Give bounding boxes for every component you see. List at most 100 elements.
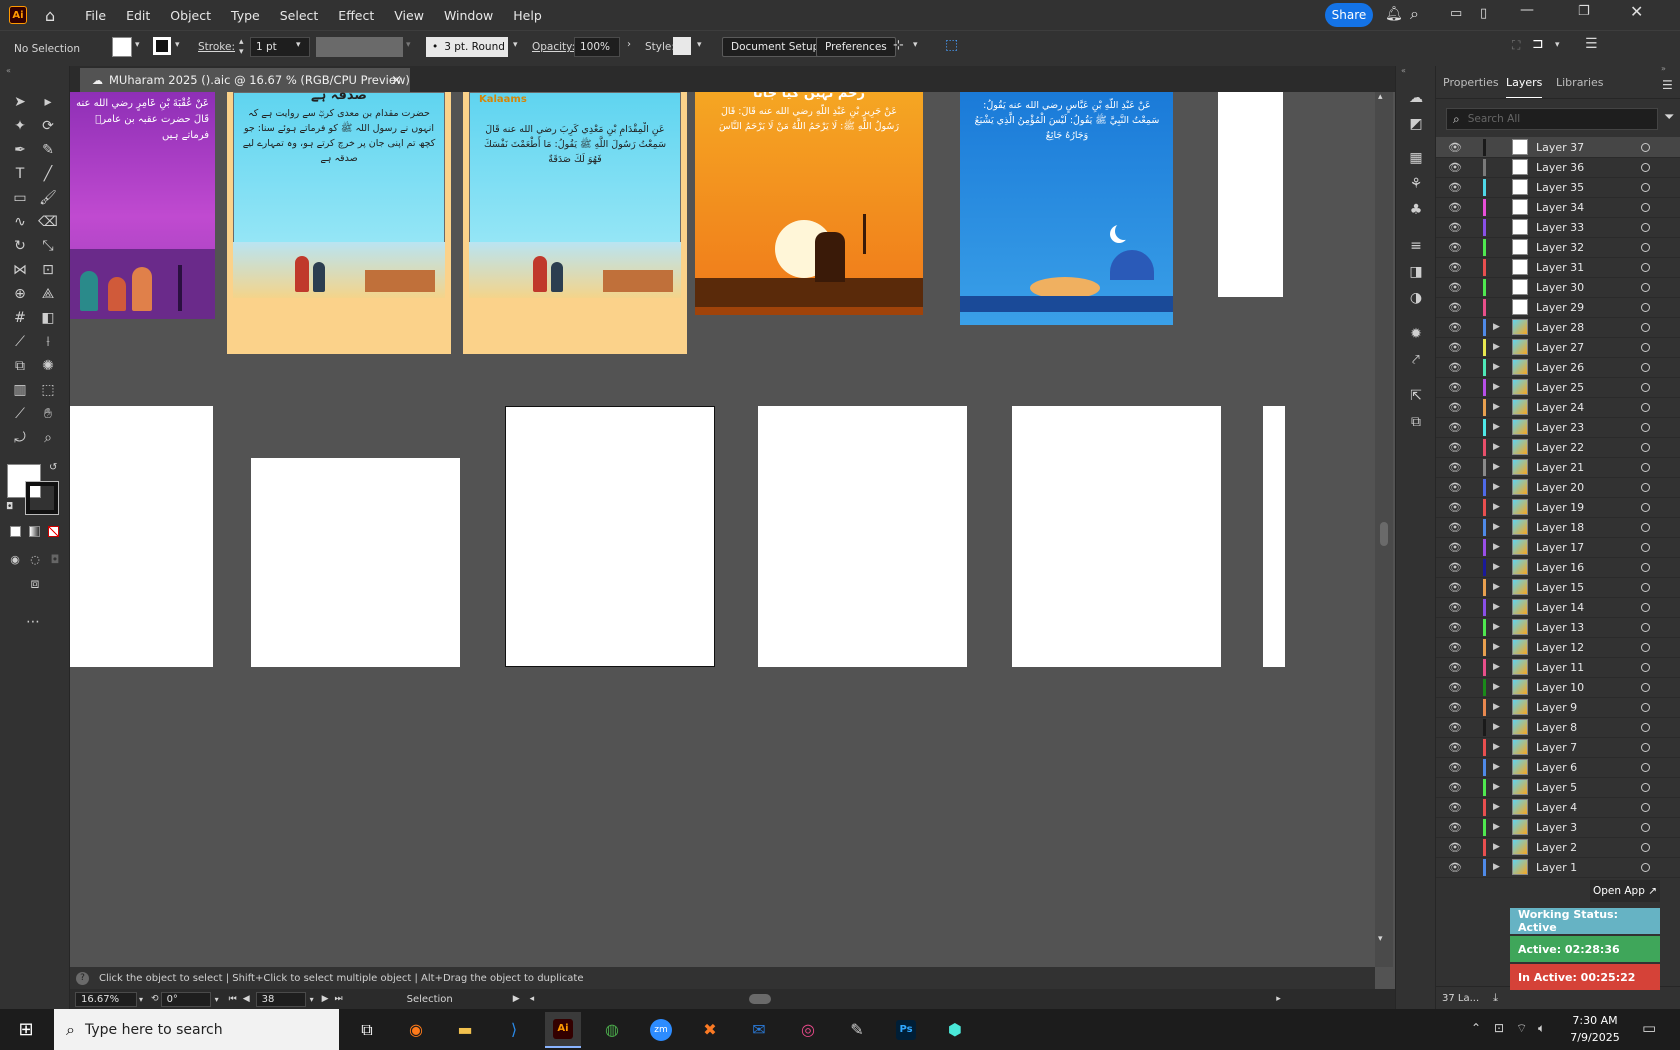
- brushes-icon[interactable]: ⚘: [1405, 174, 1427, 194]
- chevron-down-icon[interactable]: ▾: [296, 40, 301, 50]
- free-transform-icon[interactable]: ⊡: [37, 260, 59, 280]
- expand-arrow-icon[interactable]: ▶: [1493, 442, 1500, 452]
- status-menu-icon[interactable]: ▶: [513, 994, 520, 1004]
- creative-cloud-icon[interactable]: ◎: [790, 1012, 826, 1048]
- target-icon[interactable]: [1641, 582, 1650, 592]
- gradient-tool-icon[interactable]: ◧: [37, 308, 59, 328]
- layer-row[interactable]: 👁︎ ▶ Layer 8: [1436, 717, 1680, 738]
- expand-arrow-icon[interactable]: ▶: [1493, 522, 1500, 532]
- layer-row[interactable]: 👁︎ Layer 30: [1436, 277, 1680, 298]
- expand-arrow-icon[interactable]: ▶: [1493, 462, 1500, 472]
- eye-icon[interactable]: 👁︎: [1448, 321, 1462, 334]
- close-tab-icon[interactable]: ×: [391, 73, 402, 88]
- style-swatch[interactable]: [673, 37, 691, 55]
- layer-name[interactable]: Layer 21: [1536, 461, 1584, 474]
- chevron-down-icon[interactable]: ▾: [513, 40, 518, 50]
- target-icon[interactable]: [1641, 222, 1650, 232]
- eye-icon[interactable]: 👁︎: [1448, 401, 1462, 414]
- stepper-icon[interactable]: ▴ ▾: [239, 37, 244, 57]
- expand-arrow-icon[interactable]: ▶: [1493, 642, 1500, 652]
- expand-arrow-icon[interactable]: ▶: [1493, 702, 1500, 712]
- target-icon[interactable]: [1641, 802, 1650, 812]
- symbols-icon[interactable]: ♣: [1405, 200, 1427, 220]
- eye-icon[interactable]: 👁︎: [1448, 141, 1462, 154]
- perspective-grid-icon[interactable]: ⟁: [37, 284, 59, 304]
- layer-name[interactable]: Layer 18: [1536, 521, 1584, 534]
- target-icon[interactable]: [1641, 162, 1650, 172]
- expand-arrow-icon[interactable]: ▶: [1493, 562, 1500, 572]
- gradient-panel-icon[interactable]: ◨: [1405, 262, 1427, 282]
- illustrator-taskbar-icon[interactable]: Ai: [545, 1011, 581, 1048]
- zoom-tool-icon[interactable]: ⌕: [37, 428, 59, 448]
- artboard-number-field[interactable]: 38: [255, 991, 306, 1007]
- layer-row[interactable]: 👁︎ Layer 34: [1436, 197, 1680, 218]
- graphic-styles-icon[interactable]: ✹: [1405, 324, 1427, 344]
- target-icon[interactable]: [1641, 462, 1650, 472]
- stroke-color[interactable]: [25, 481, 59, 515]
- tab-properties[interactable]: Properties: [1443, 76, 1499, 89]
- fill-swatch[interactable]: [112, 37, 132, 57]
- line-tool-icon[interactable]: ╱: [37, 164, 59, 184]
- chevron-down-icon[interactable]: ▾: [310, 995, 314, 1004]
- eye-icon[interactable]: 👁︎: [1448, 661, 1462, 674]
- layer-row[interactable]: 👁︎ ▶ Layer 17: [1436, 537, 1680, 558]
- layer-row[interactable]: 👁︎ ▶ Layer 21: [1436, 457, 1680, 478]
- layer-row[interactable]: 👁︎ ▶ Layer 9: [1436, 697, 1680, 718]
- layer-name[interactable]: Layer 1: [1536, 861, 1577, 874]
- screen-mode-icon[interactable]: ⧈: [24, 574, 46, 594]
- layer-row[interactable]: 👁︎ ▶ Layer 13: [1436, 617, 1680, 638]
- default-colors-icon[interactable]: ◘: [6, 502, 13, 512]
- target-icon[interactable]: [1641, 862, 1650, 872]
- layer-name[interactable]: Layer 31: [1536, 261, 1584, 274]
- target-icon[interactable]: [1641, 842, 1650, 852]
- eye-icon[interactable]: 👁︎: [1448, 601, 1462, 614]
- layer-row[interactable]: 👁︎ ▶ Layer 5: [1436, 777, 1680, 798]
- draw-inside-icon[interactable]: ◘: [44, 549, 66, 569]
- eye-icon[interactable]: 👁︎: [1448, 721, 1462, 734]
- canvas[interactable]: عَنْ عُقْبَةَ بْنِ عَامِرٍ رضي الله عنه …: [70, 92, 1375, 967]
- eye-icon[interactable]: 👁︎: [1448, 201, 1462, 214]
- file-explorer-icon[interactable]: ▬: [447, 1012, 483, 1048]
- expand-arrow-icon[interactable]: ▶: [1493, 482, 1500, 492]
- expand-arrow-icon[interactable]: ▶: [1493, 722, 1500, 732]
- graph-tool-icon[interactable]: ▥: [9, 380, 31, 400]
- open-app-button[interactable]: Open App ↗: [1590, 880, 1660, 902]
- none-mode-icon[interactable]: [48, 526, 59, 537]
- eye-icon[interactable]: 👁︎: [1448, 381, 1462, 394]
- expand-arrow-icon[interactable]: ▶: [1493, 742, 1500, 752]
- expand-arrow-icon[interactable]: ▶: [1493, 622, 1500, 632]
- chevron-down-icon[interactable]: ▾: [139, 995, 143, 1004]
- layer-row[interactable]: 👁︎ ▶ Layer 27: [1436, 337, 1680, 358]
- layer-name[interactable]: Layer 37: [1536, 141, 1584, 154]
- menu-select[interactable]: Select: [280, 8, 319, 23]
- layer-name[interactable]: Layer 14: [1536, 601, 1584, 614]
- collapse-icon[interactable]: «: [6, 66, 11, 75]
- artboard-6[interactable]: [70, 406, 213, 667]
- layer-name[interactable]: Layer 15: [1536, 581, 1584, 594]
- layer-row[interactable]: 👁︎ ▶ Layer 23: [1436, 417, 1680, 438]
- magic-wand-icon[interactable]: ✦: [9, 116, 31, 136]
- layer-row[interactable]: 👁︎ Layer 32: [1436, 237, 1680, 258]
- layer-row[interactable]: 👁︎ Layer 31: [1436, 257, 1680, 278]
- horizontal-scroll-thumb[interactable]: [749, 994, 772, 1004]
- photoshop-icon[interactable]: Ps: [888, 1012, 924, 1048]
- target-icon[interactable]: [1641, 522, 1650, 532]
- layer-row[interactable]: 👁︎ Layer 33: [1436, 217, 1680, 238]
- scale-tool-icon[interactable]: ⤡: [37, 236, 59, 256]
- layer-row[interactable]: 👁︎ Layer 37: [1436, 137, 1680, 158]
- gradient-mode-icon[interactable]: [29, 526, 40, 537]
- layer-row[interactable]: 👁︎ ▶ Layer 11: [1436, 657, 1680, 678]
- task-view-icon[interactable]: ⧉: [349, 1012, 385, 1048]
- artboard-card-0[interactable]: عَنْ عُقْبَةَ بْنِ عَامِرٍ رضي الله عنه …: [70, 92, 215, 319]
- target-icon[interactable]: [1641, 342, 1650, 352]
- artboard-tool-icon[interactable]: ⬚: [37, 380, 59, 400]
- eye-icon[interactable]: 👁︎: [1448, 761, 1462, 774]
- artboard-card-1[interactable]: صدقہ ہے حضرت مقدام بن معدی کربؓ سے روایت…: [227, 92, 451, 354]
- taskbar-search-input[interactable]: Type here to search: [85, 1022, 223, 1038]
- layer-name[interactable]: Layer 32: [1536, 241, 1584, 254]
- layer-name[interactable]: Layer 3: [1536, 821, 1577, 834]
- draw-behind-icon[interactable]: ◌: [24, 549, 46, 569]
- asset-export-icon[interactable]: ⤤: [1405, 350, 1427, 370]
- opacity-field[interactable]: 100%: [574, 37, 620, 57]
- scroll-thumb[interactable]: [1380, 522, 1388, 546]
